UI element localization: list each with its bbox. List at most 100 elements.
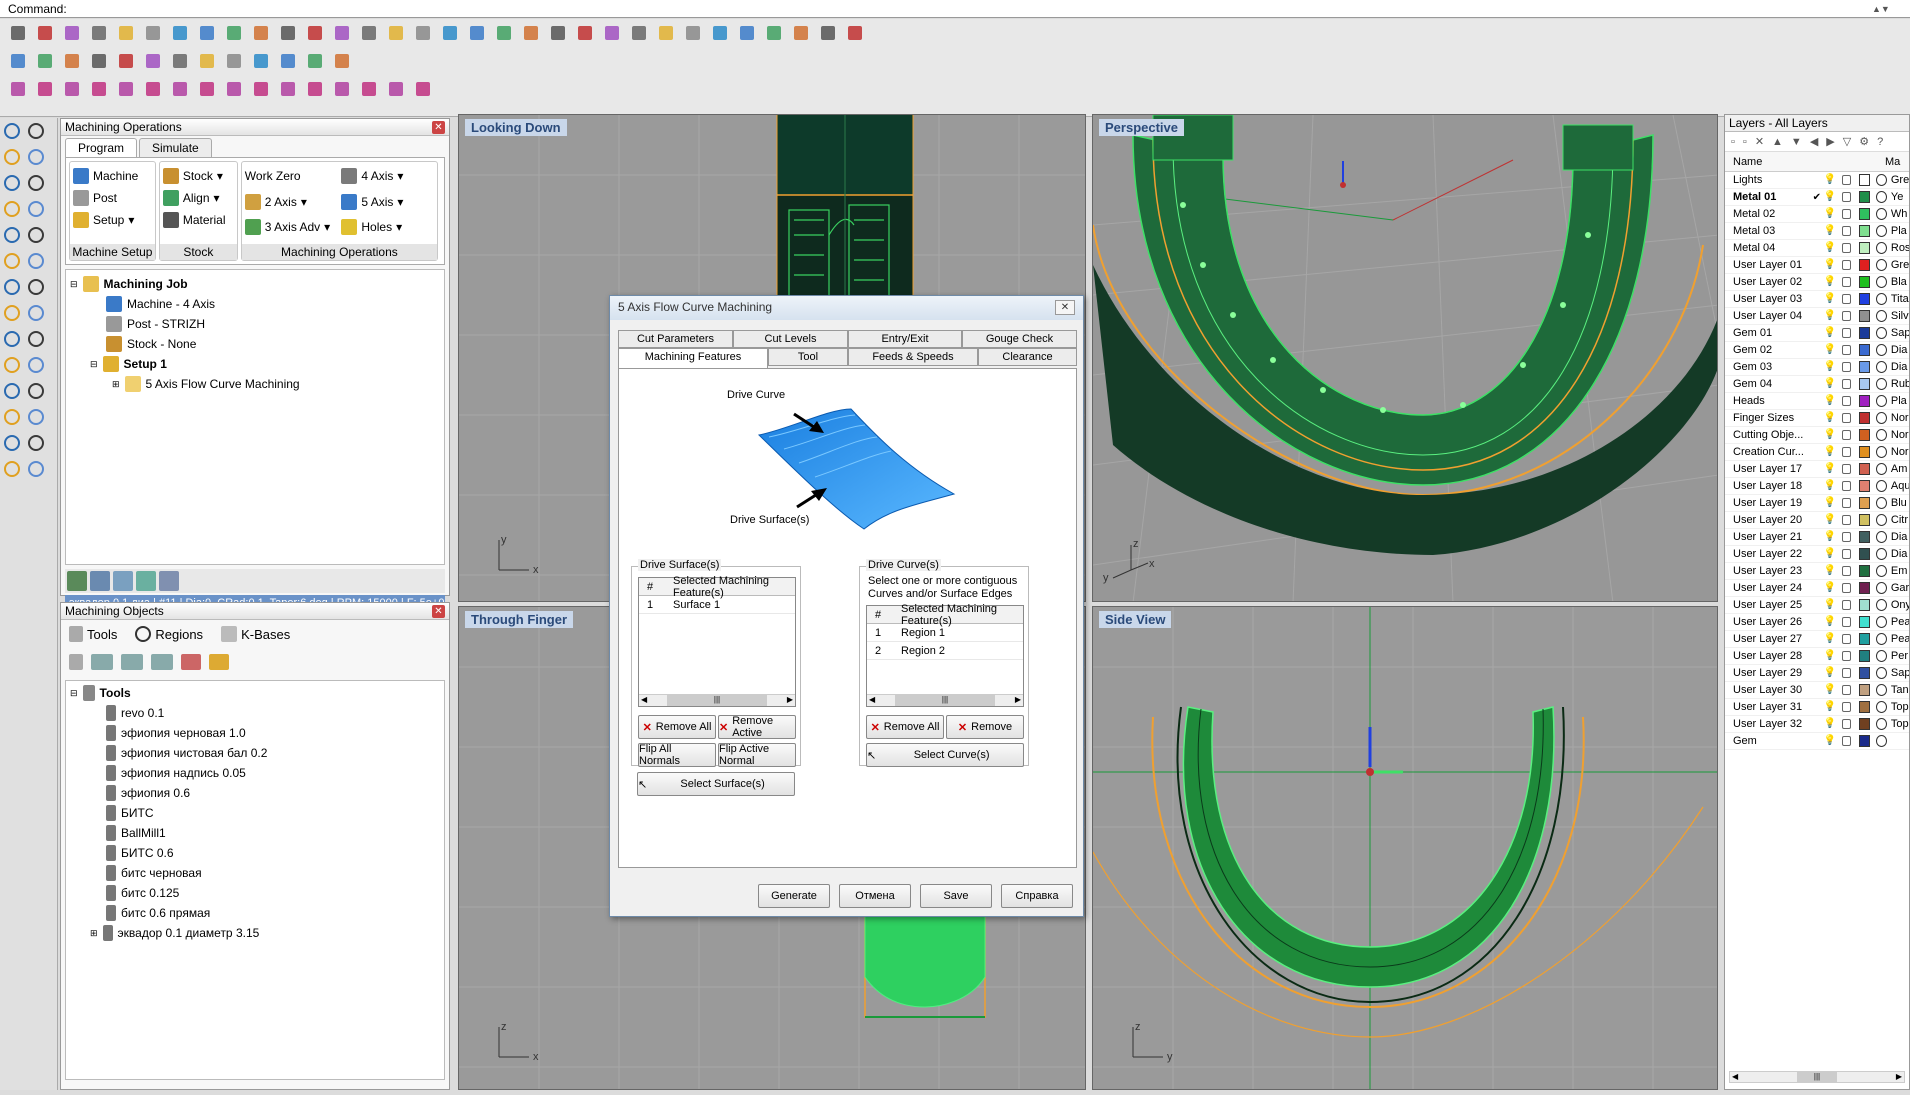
light-bulb-icon[interactable]: 💡	[1824, 412, 1836, 424]
toolbar-tool-icon[interactable]	[357, 77, 381, 101]
toolbar-tool-icon[interactable]	[222, 21, 246, 45]
light-bulb-icon[interactable]: 💡	[1824, 599, 1836, 611]
layer-color-swatch[interactable]	[1858, 191, 1870, 203]
curves-grid-row[interactable]: 1 Region 1	[867, 624, 1023, 642]
material-icon[interactable]	[1875, 565, 1887, 577]
toolbar-tool-icon[interactable]	[303, 49, 327, 73]
layer-row[interactable]: Metal 02 💡 Wh	[1725, 206, 1909, 223]
modeling-tool-icon[interactable]	[24, 352, 48, 378]
5-axis-button[interactable]: 5 Axis ▾	[341, 191, 434, 213]
toolbar-tool-icon[interactable]	[249, 49, 273, 73]
modeling-tool-icon[interactable]	[0, 430, 24, 456]
tab-regions[interactable]: Regions	[135, 626, 203, 642]
tree-operation[interactable]: ⊞ 5 Axis Flow Curve Machining	[70, 374, 440, 394]
layer-color-swatch[interactable]	[1858, 310, 1870, 322]
material-icon[interactable]	[1875, 327, 1887, 339]
command-spin[interactable]: ▲▼	[1872, 0, 1902, 17]
material-icon[interactable]	[1875, 378, 1887, 390]
lock-icon[interactable]	[1841, 719, 1851, 729]
layer-row[interactable]: User Layer 03 💡 Tita	[1725, 291, 1909, 308]
light-bulb-icon[interactable]: 💡	[1824, 327, 1836, 339]
toolbar-tool-icon[interactable]	[330, 77, 354, 101]
layer-color-swatch[interactable]	[1858, 208, 1870, 220]
layer-color-swatch[interactable]	[1858, 667, 1870, 679]
filter-icon[interactable]: ▽	[1843, 135, 1851, 148]
2-axis-button[interactable]: 2 Axis ▾	[244, 191, 338, 213]
surfaces-remove-active-button[interactable]: ✕ Remove Active	[718, 715, 796, 739]
toolbar-tool-icon[interactable]	[276, 49, 300, 73]
toolbar-tool-icon[interactable]	[330, 49, 354, 73]
layer-color-swatch[interactable]	[1858, 412, 1870, 424]
material-icon[interactable]	[1875, 259, 1887, 271]
light-bulb-icon[interactable]: 💡	[1824, 718, 1836, 730]
layer-row[interactable]: Cutting Obje... 💡 Nor	[1725, 427, 1909, 444]
help-button[interactable]: Справка	[1001, 884, 1073, 908]
toolbar-tool-icon[interactable]	[276, 77, 300, 101]
lock-icon[interactable]	[1841, 498, 1851, 508]
save-button[interactable]: Save	[920, 884, 992, 908]
toolbar-tool-icon[interactable]	[114, 77, 138, 101]
modeling-tool-icon[interactable]	[24, 430, 48, 456]
tool-type-icon[interactable]	[91, 654, 113, 670]
toolbar-tool-icon[interactable]	[546, 21, 570, 45]
surfaces-remove-all-button[interactable]: ✕ Remove All	[638, 715, 716, 739]
flip-active-normal-button[interactable]: Flip Active Normal	[718, 743, 796, 767]
modeling-tool-icon[interactable]	[24, 196, 48, 222]
layer-row[interactable]: User Layer 19 💡 Blu	[1725, 495, 1909, 512]
layer-row[interactable]: User Layer 24 💡 Gar	[1725, 580, 1909, 597]
modeling-tool-icon[interactable]	[0, 274, 24, 300]
curves-remove-all-button[interactable]: ✕ Remove All	[866, 715, 944, 739]
toolbar-tool-icon[interactable]	[33, 21, 57, 45]
light-bulb-icon[interactable]: 💡	[1824, 276, 1836, 288]
move-up-icon[interactable]: ▲	[1772, 136, 1783, 148]
toolbar-tool-icon[interactable]	[573, 21, 597, 45]
light-bulb-icon[interactable]: 💡	[1824, 514, 1836, 526]
tree-tools-root[interactable]: ⊟ Tools	[70, 683, 440, 703]
new-layer-icon[interactable]: ▫	[1731, 136, 1735, 148]
tool-list-item[interactable]: битс черновая	[70, 863, 440, 883]
curves-grid[interactable]: # Selected Machining Feature(s) 1 Region 1…	[866, 603, 1024, 707]
viewport-perspective[interactable]: z y x Perspective	[1092, 114, 1718, 602]
light-bulb-icon[interactable]: 💡	[1824, 191, 1836, 203]
4-axis-button[interactable]: 4 Axis ▾	[341, 165, 434, 187]
light-bulb-icon[interactable]: 💡	[1824, 344, 1836, 356]
layer-color-swatch[interactable]	[1858, 242, 1870, 254]
material-icon[interactable]	[1875, 718, 1887, 730]
surfaces-scrollbar[interactable]: ◀ ||| ▶	[639, 694, 795, 706]
settings-icon[interactable]	[159, 571, 179, 591]
layer-row[interactable]: User Layer 20 💡 Citr	[1725, 512, 1909, 529]
modeling-tool-icon[interactable]	[0, 352, 24, 378]
tool-settings-icon[interactable]	[209, 654, 229, 670]
modeling-tool-icon[interactable]	[0, 118, 24, 144]
generate-icon[interactable]	[67, 571, 87, 591]
layer-row[interactable]: Gem 04 💡 Rub	[1725, 376, 1909, 393]
layer-color-swatch[interactable]	[1858, 735, 1870, 747]
modeling-tool-icon[interactable]	[24, 144, 48, 170]
modeling-tool-icon[interactable]	[24, 274, 48, 300]
lock-icon[interactable]	[1841, 481, 1851, 491]
lock-icon[interactable]	[1841, 413, 1851, 423]
modeling-tool-icon[interactable]	[0, 378, 24, 404]
toolbar-tool-icon[interactable]	[384, 77, 408, 101]
material-icon[interactable]	[1875, 548, 1887, 560]
tool-list-item[interactable]: эфиопия 0.6	[70, 783, 440, 803]
material-icon[interactable]	[1875, 344, 1887, 356]
lock-icon[interactable]	[1841, 532, 1851, 542]
layer-row[interactable]: User Layer 01 💡 Gre	[1725, 257, 1909, 274]
modeling-tool-icon[interactable]	[24, 248, 48, 274]
lock-icon[interactable]	[1841, 634, 1851, 644]
light-bulb-icon[interactable]: 💡	[1824, 446, 1836, 458]
tool-list-item[interactable]: эфиопия чистовая бал 0.2	[70, 743, 440, 763]
toolbar-tool-icon[interactable]	[33, 77, 57, 101]
layer-row[interactable]: User Layer 31 💡 Top	[1725, 699, 1909, 716]
toolbar-tool-icon[interactable]	[843, 21, 867, 45]
layer-color-swatch[interactable]	[1858, 344, 1870, 356]
light-bulb-icon[interactable]: 💡	[1824, 735, 1836, 747]
toolbar-tool-icon[interactable]	[303, 77, 327, 101]
toolbar-tool-icon[interactable]	[708, 21, 732, 45]
lock-icon[interactable]	[1841, 362, 1851, 372]
light-bulb-icon[interactable]: 💡	[1824, 395, 1836, 407]
curves-grid-row[interactable]: 2 Region 2	[867, 642, 1023, 660]
viewport-side-view[interactable]: z y Side View	[1092, 606, 1718, 1090]
new-sublayer-icon[interactable]: ▫	[1743, 136, 1747, 148]
